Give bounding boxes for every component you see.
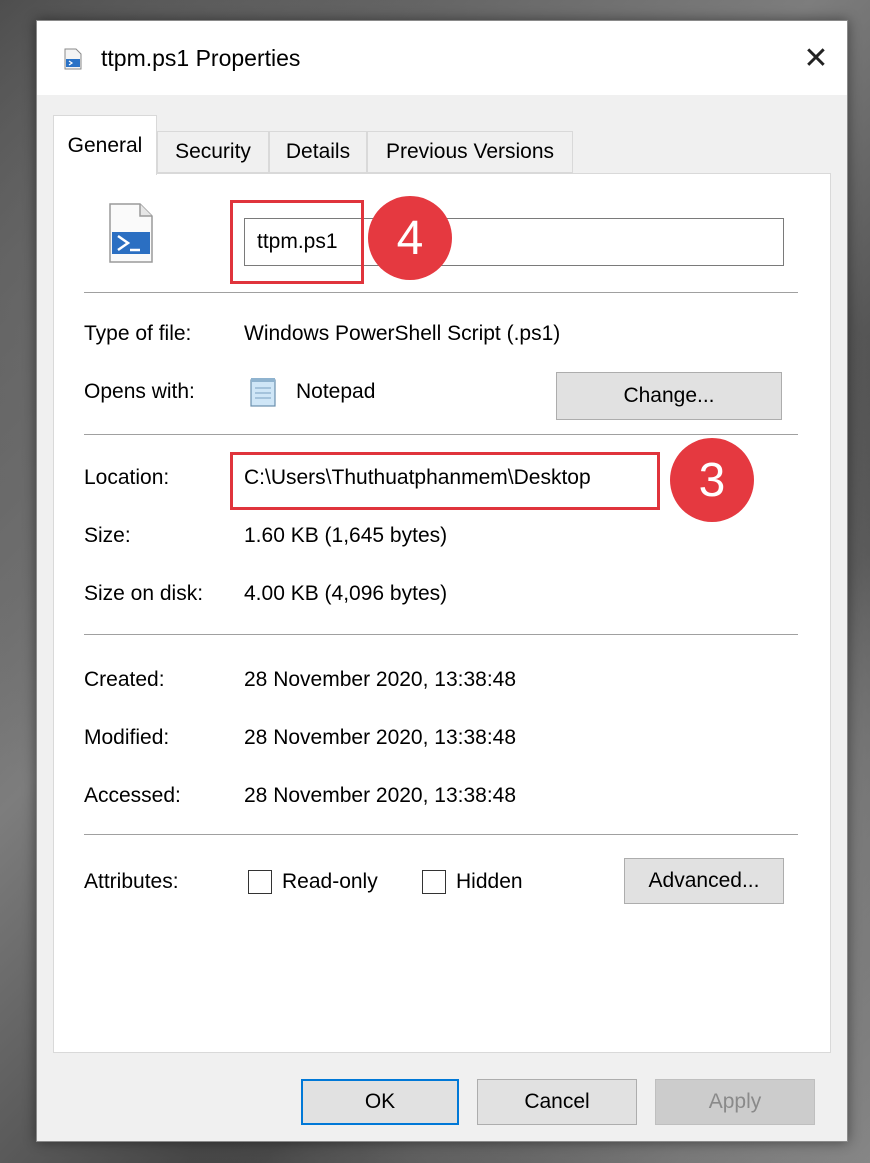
step-badge-4: 4 <box>368 196 452 280</box>
title-bar: ttpm.ps1 Properties ✕ <box>37 21 847 95</box>
location-label: Location: <box>84 466 170 489</box>
hidden-label[interactable]: Hidden <box>456 870 523 894</box>
type-of-file-value: Windows PowerShell Script (.ps1) <box>244 322 561 345</box>
opens-with-label: Opens with: <box>84 380 195 403</box>
tab-details[interactable]: Details <box>269 131 367 173</box>
hidden-checkbox[interactable] <box>422 870 446 894</box>
step-badge-3: 3 <box>670 438 754 522</box>
modified-value: 28 November 2020, 13:38:48 <box>244 726 517 749</box>
separator <box>84 634 798 635</box>
tab-general[interactable]: General <box>53 115 157 175</box>
read-only-label[interactable]: Read-only <box>282 870 378 894</box>
advanced-button[interactable]: Advanced... <box>624 858 784 904</box>
notepad-icon <box>250 378 276 407</box>
size-on-disk-label: Size on disk: <box>84 582 204 605</box>
window-title: ttpm.ps1 Properties <box>101 45 301 71</box>
opens-with-value: Notepad <box>296 380 376 403</box>
close-button[interactable]: ✕ <box>785 21 847 95</box>
size-label: Size: <box>84 524 131 547</box>
apply-button[interactable]: Apply <box>655 1079 815 1125</box>
separator <box>84 834 798 835</box>
separator <box>84 434 798 435</box>
size-value: 1.60 KB (1,645 bytes) <box>244 524 448 547</box>
tab-previous-versions[interactable]: Previous Versions <box>367 131 573 173</box>
properties-dialog: ttpm.ps1 Properties ✕ General Security D… <box>36 20 848 1142</box>
type-of-file-label: Type of file: <box>84 322 192 345</box>
change-button[interactable]: Change... <box>556 372 782 420</box>
modified-label: Modified: <box>84 726 170 749</box>
tab-security[interactable]: Security <box>157 131 269 173</box>
separator <box>84 292 798 293</box>
created-value: 28 November 2020, 13:38:48 <box>244 668 517 691</box>
close-icon: ✕ <box>803 41 829 75</box>
accessed-value: 28 November 2020, 13:38:48 <box>244 784 517 807</box>
powershell-file-icon <box>64 48 82 70</box>
location-highlight-box <box>230 452 660 510</box>
cancel-button[interactable]: Cancel <box>477 1079 637 1125</box>
size-on-disk-value: 4.00 KB (4,096 bytes) <box>244 582 448 605</box>
accessed-label: Accessed: <box>84 784 181 807</box>
ok-button[interactable]: OK <box>301 1079 459 1125</box>
powershell-script-icon <box>109 203 153 263</box>
created-label: Created: <box>84 668 165 691</box>
general-tab-panel: 4 Type of file: Windows PowerShell Scrip… <box>53 173 831 1053</box>
file-name-highlight-box <box>230 200 364 284</box>
attributes-label: Attributes: <box>84 870 179 893</box>
read-only-checkbox[interactable] <box>248 870 272 894</box>
